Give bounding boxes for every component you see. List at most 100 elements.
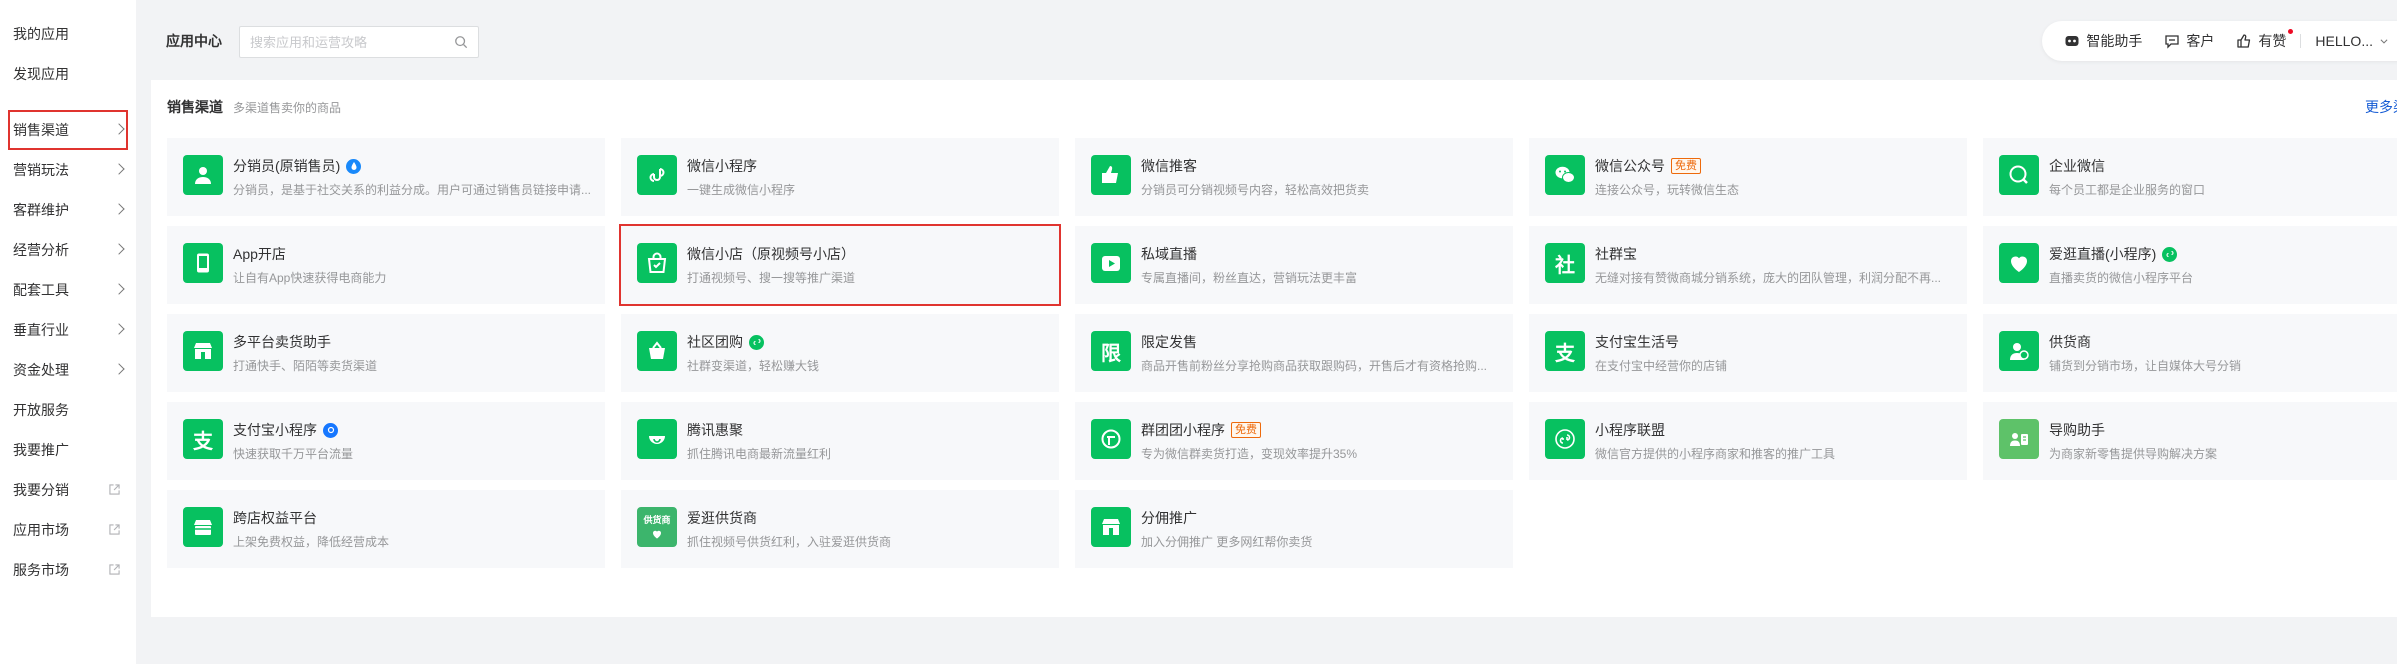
user-menu[interactable]: HELLO... [2315, 33, 2389, 49]
app-name: App开店 [233, 246, 286, 262]
app-card-community-group[interactable]: 社区团购 社群变渠道，轻松赚大钱 [621, 314, 1059, 392]
app-card-wechat-miniprogram[interactable]: 微信小程序 一键生成微信小程序 [621, 138, 1059, 216]
app-card-miniprogram-alliance[interactable]: 小程序联盟 微信官方提供的小程序商家和推客的推广工具 [1529, 402, 1967, 480]
sidebar-item-verticals[interactable]: 垂直行业 [0, 310, 136, 350]
search-box[interactable] [239, 26, 479, 58]
wecom-icon [1999, 155, 2039, 195]
app-desc: 在支付宝中经营你的店铺 [1595, 359, 1728, 373]
app-card-tencent-huiju[interactable]: 腾讯惠聚 抓住腾讯电商最新流量红利 [621, 402, 1059, 480]
sidebar-item-app-market[interactable]: 应用市场 [0, 510, 136, 550]
sidebar-item-open-services[interactable]: 开放服务 [0, 390, 136, 430]
sidebar-item-discover-apps[interactable]: 发现应用 [0, 54, 136, 94]
app-card-wechat-shop[interactable]: 微信小店（原视频号小店） 打通视频号、搜一搜等推广渠道 [619, 224, 1061, 306]
search-icon[interactable] [454, 35, 468, 49]
sidebar-item-label: 销售渠道 [13, 122, 69, 138]
app-name: 爱逛直播(小程序) [2049, 244, 2178, 264]
app-name-text: 社区团购 [687, 334, 743, 350]
sidebar-item-label: 我要推广 [13, 442, 69, 458]
search-input[interactable] [250, 34, 454, 50]
group-icon [1091, 419, 1131, 459]
youzan-label: 有赞 [2258, 33, 2287, 49]
app-desc: 专为微信群卖货打造，变现效率提升35% [1141, 447, 1358, 461]
miniprogram-badge-icon [2162, 246, 2178, 262]
app-name: 小程序联盟 [1595, 422, 1665, 438]
app-card-private-live[interactable]: 私域直播 专属直播间，粉丝直达，营销玩法更丰富 [1075, 226, 1513, 304]
app-desc: 商品开售前粉丝分享抢购商品获取跟购码，开售后才有资格抢购... [1141, 359, 1488, 373]
storefront-icon [183, 507, 223, 547]
app-name: 微信公众号 免费 [1595, 156, 1701, 176]
app-name: 分佣推广 [1141, 510, 1197, 526]
more-link[interactable]: 更多渠 [2365, 97, 2397, 117]
app-card-wechat-tuike[interactable]: 微信推客 分销员可分销视频号内容，轻松高效把货卖 [1075, 138, 1513, 216]
shequn-icon: 社 [1545, 243, 1585, 283]
sidebar-item-promote[interactable]: 我要推广 [0, 430, 136, 470]
sidebar-item-sales-channels[interactable]: 销售渠道 [8, 110, 128, 150]
guide-icon [1999, 419, 2039, 459]
app-card-wecom[interactable]: 企业微信 每个员工都是企业服务的窗口 [1983, 138, 2397, 216]
store-icon [183, 331, 223, 371]
sidebar-item-my-apps[interactable]: 我的应用 [0, 14, 136, 54]
sidebar-item-label: 开放服务 [13, 402, 69, 418]
app-card-supplier[interactable]: 供货商 铺货到分销市场，让自媒体大号分销 [1983, 314, 2397, 392]
app-card-cross-store-benefits[interactable]: 跨店权益平台 上架免费权益，降低经营成本 [167, 490, 605, 568]
alipay-badge-icon [323, 422, 338, 438]
sidebar-item-funds[interactable]: 资金处理 [0, 350, 136, 390]
sidebar-item-label: 发现应用 [13, 66, 69, 82]
smile-bowl-icon [637, 419, 677, 459]
app-card-alipay-miniprogram[interactable]: 支 支付宝小程序 快速获取千万平台流量 [167, 402, 605, 480]
app-name: 企业微信 [2049, 158, 2105, 174]
app-name: 导购助手 [2049, 422, 2105, 438]
assistant-button[interactable]: 智能助手 [2064, 31, 2142, 51]
app-name: 私域直播 [1141, 246, 1197, 262]
limited-icon: 限 [1091, 331, 1131, 371]
app-card-shequnbao[interactable]: 社 社群宝 无缝对接有赞微商城分销系统，庞大的团队管理，利润分配不再... [1529, 226, 1967, 304]
top-toolbar: 智能助手 客户 有赞 HELLO... [2042, 21, 2397, 61]
assistant-label: 智能助手 [2086, 33, 2143, 49]
free-badge: 免费 [1231, 422, 1261, 438]
chevron-down-icon [2380, 39, 2388, 44]
app-card-commission-promotion[interactable]: 分佣推广 加入分佣推广 更多网红帮你卖货 [1075, 490, 1513, 568]
app-name: 群团团小程序 免费 [1141, 420, 1261, 440]
app-desc: 无缝对接有赞微商城分销系统，庞大的团队管理，利润分配不再... [1595, 271, 1942, 285]
mobile-icon [183, 243, 223, 283]
sidebar-item-analytics[interactable]: 经营分析 [0, 230, 136, 270]
app-card-app-store[interactable]: App开店 让自有App快速获得电商能力 [167, 226, 605, 304]
app-name: 微信小程序 [687, 158, 757, 174]
external-link-icon [109, 524, 120, 535]
supplier-tag-icon: 供货商 [637, 507, 677, 547]
sidebar-item-tools[interactable]: 配套工具 [0, 270, 136, 310]
app-desc: 分销员可分销视频号内容，轻松高效把货卖 [1141, 183, 1370, 197]
sidebar-item-label: 配套工具 [13, 282, 69, 298]
app-desc: 打通视频号、搜一搜等推广渠道 [687, 271, 856, 285]
app-card-alipay-life[interactable]: 支 支付宝生活号 在支付宝中经营你的店铺 [1529, 314, 1967, 392]
sidebar-item-label: 资金处理 [13, 362, 69, 378]
app-desc: 让自有App快速获得电商能力 [233, 271, 387, 285]
sidebar-item-customer-care[interactable]: 客群维护 [0, 190, 136, 230]
app-desc: 一键生成微信小程序 [687, 183, 796, 197]
app-card-aiguang-supplier[interactable]: 供货商 爱逛供货商 抓住视频号供货红利，入驻爱逛供货商 [621, 490, 1059, 568]
customer-button[interactable]: 客户 [2164, 31, 2214, 51]
chevron-right-icon [113, 323, 125, 335]
app-card-aiguang-live[interactable]: 爱逛直播(小程序) 直播卖货的微信小程序平台 [1983, 226, 2397, 304]
app-card-quntuantuan[interactable]: 群团团小程序 免费 专为微信群卖货打造，变现效率提升35% [1075, 402, 1513, 480]
app-card-wechat-official-account[interactable]: 微信公众号 免费 连接公众号，玩转微信生态 [1529, 138, 1967, 216]
app-card-distributor[interactable]: 分销员(原销售员) 分销员，是基于社交关系的利益分成。用户可通过销售员链接申请.… [167, 138, 605, 216]
sidebar-item-distribute[interactable]: 我要分销 [0, 470, 136, 510]
app-name-text: 支付宝小程序 [233, 422, 317, 438]
chevron-right-icon [113, 243, 125, 255]
chevron-right-icon [113, 363, 125, 375]
sidebar-item-service-market[interactable]: 服务市场 [0, 550, 136, 590]
app-name: 供货商 [2049, 334, 2091, 350]
app-name-text: 微信公众号 [1595, 158, 1665, 174]
app-card-shopping-guide[interactable]: 导购助手 为商家新零售提供导购解决方案 [1983, 402, 2397, 480]
free-badge: 免费 [1671, 158, 1701, 174]
youzan-button[interactable]: 有赞 [2236, 29, 2294, 51]
sidebar-item-marketing[interactable]: 营销玩法 [0, 150, 136, 190]
app-name: 腾讯惠聚 [687, 422, 743, 438]
supplier-tag-text: 供货商 [643, 514, 671, 525]
app-desc: 加入分佣推广 更多网红帮你卖货 [1141, 535, 1313, 549]
app-card-limited-sale[interactable]: 限 限定发售 商品开售前粉丝分享抢购商品获取跟购码，开售后才有资格抢购... [1075, 314, 1513, 392]
app-name: 微信推客 [1141, 158, 1197, 174]
live-play-icon [1091, 243, 1131, 283]
app-card-multi-platform[interactable]: 多平台卖货助手 打通快手、陌陌等卖货渠道 [167, 314, 605, 392]
